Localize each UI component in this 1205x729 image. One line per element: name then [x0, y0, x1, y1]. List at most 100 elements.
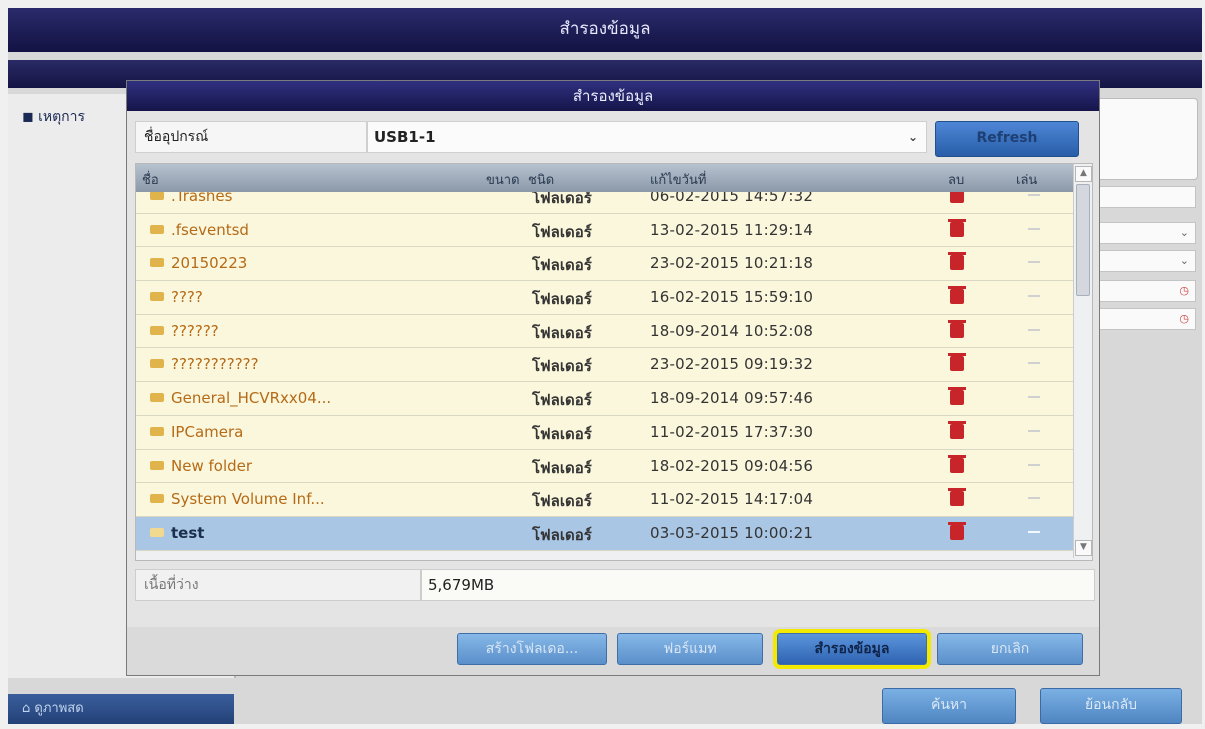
file-name: General_HCVRxx04... — [150, 389, 331, 407]
table-row[interactable]: ?????? โฟลเดอร์ 18-09-2014 10:52:08 — [136, 314, 1074, 349]
play-icon[interactable] — [1028, 227, 1040, 230]
new-folder-button[interactable]: สร้างโฟลเดอ... — [457, 633, 607, 665]
file-date: 23-02-2015 10:21:18 — [650, 254, 813, 272]
table-row[interactable]: ???? โฟลเดอร์ 16-02-2015 15:59:10 — [136, 281, 1074, 315]
play-icon[interactable] — [1028, 530, 1040, 533]
column-header-play: เล่น — [1016, 173, 1038, 188]
background-dropdown[interactable]: ⌄ — [1090, 222, 1196, 244]
device-row: ชื่ออุปกรณ์ USB1-1 ⌄ Refresh — [135, 119, 1087, 157]
file-name-text: ???? — [171, 288, 203, 307]
file-name: New folder — [150, 457, 252, 475]
trash-icon[interactable] — [948, 387, 966, 406]
play-icon[interactable] — [1028, 194, 1040, 196]
file-date-text: 13-02-2015 11:29:14 — [650, 220, 814, 239]
file-type-text: โฟลเดอร์ — [532, 323, 592, 342]
file-type-text: โฟลเดอร์ — [532, 290, 592, 309]
file-name-text: System Volume Inf... — [171, 490, 325, 509]
live-view-label: ดูภาพสด — [34, 701, 84, 716]
file-name-text: ?????? — [171, 321, 219, 340]
play-icon[interactable] — [1028, 362, 1040, 365]
play-icon[interactable] — [1028, 463, 1040, 466]
column-header-name[interactable]: ชื่อ — [142, 169, 159, 190]
column-header-modified[interactable]: แก้ไขวันที่ — [650, 169, 706, 190]
scroll-down-icon[interactable]: ▼ — [1075, 540, 1092, 556]
folder-icon — [150, 426, 164, 436]
table-row[interactable]: .fseventsd โฟลเดอร์ 13-02-2015 11:29:14 — [136, 213, 1074, 248]
trash-icon[interactable] — [948, 218, 966, 237]
format-button[interactable]: ฟอร์แมท — [617, 633, 763, 665]
column-header-size[interactable]: ขนาด — [486, 169, 520, 190]
clock-icon[interactable]: ◷ — [1090, 280, 1196, 302]
table-row[interactable]: IPCamera โฟลเดอร์ 11-02-2015 17:37:30 — [136, 415, 1074, 450]
scroll-thumb[interactable] — [1076, 184, 1090, 296]
search-button[interactable]: ค้นหา — [882, 688, 1016, 724]
file-name: ?????? — [150, 322, 219, 340]
trash-icon[interactable] — [948, 252, 966, 271]
file-date-text: 23-02-2015 09:19:32 — [650, 355, 814, 374]
column-header-type[interactable]: ชนิด — [528, 169, 554, 190]
table-row[interactable]: New folder โฟลเดอร์ 18-02-2015 09:04:56 — [136, 449, 1074, 484]
table-row[interactable]: 20150223 โฟลเดอร์ 23-02-2015 10:21:18 — [136, 247, 1074, 282]
trash-icon[interactable] — [948, 454, 966, 473]
folder-icon — [150, 393, 164, 403]
folder-icon — [150, 527, 164, 537]
play-icon[interactable] — [1028, 295, 1040, 298]
free-space-value: 5,679MB — [421, 569, 1095, 601]
play-icon[interactable] — [1028, 328, 1040, 331]
trash-icon[interactable] — [948, 319, 966, 338]
file-date: 03-03-2015 10:00:21 — [650, 524, 813, 542]
clock-icon[interactable]: ◷ — [1090, 308, 1196, 330]
trash-icon[interactable] — [948, 521, 966, 540]
dialog-footer: สร้างโฟลเดอ... ฟอร์แมท สำรองข้อมูล ยกเลิ… — [127, 627, 1099, 675]
file-type: โฟลเดอร์ — [532, 489, 592, 513]
trash-icon[interactable] — [948, 420, 966, 439]
folder-icon — [150, 191, 164, 200]
file-date: 13-02-2015 11:29:14 — [650, 221, 813, 239]
scroll-up-icon[interactable]: ▲ — [1075, 166, 1092, 182]
file-name: ???? — [150, 288, 203, 306]
background-dropdown[interactable]: ⌄ — [1090, 250, 1196, 272]
file-date: 11-02-2015 17:37:30 — [650, 423, 813, 441]
background-right-panel — [1090, 98, 1198, 180]
file-type: โฟลเดอร์ — [532, 354, 592, 378]
table-row[interactable]: System Volume Inf... โฟลเดอร์ 11-02-2015 1… — [136, 483, 1074, 517]
trash-icon[interactable] — [948, 353, 966, 372]
file-name: System Volume Inf... — [150, 490, 325, 508]
file-date-text: 18-09-2014 10:52:08 — [650, 321, 814, 340]
home-icon: ⌂ — [22, 701, 31, 716]
folder-icon — [150, 325, 164, 335]
file-name: ??????????? — [150, 355, 259, 373]
backup-button[interactable]: สำรองข้อมูล — [773, 629, 931, 669]
file-type: โฟลเดอร์ — [532, 422, 592, 446]
trash-icon[interactable] — [948, 286, 966, 305]
file-name-text: .fseventsd — [171, 220, 249, 239]
vertical-scrollbar[interactable]: ▲ ▼ — [1073, 164, 1092, 558]
play-icon[interactable] — [1028, 429, 1040, 432]
table-row[interactable]: ??????????? โฟลเดอร์ 23-02-2015 09:19:32 — [136, 348, 1074, 383]
backup-screen: สำรองข้อมูล ◼ เหตุการ ⌄ ⌄ ◷ ◷ ⌂ ดูภาพสด … — [8, 8, 1202, 724]
cancel-button[interactable]: ยกเลิก — [937, 633, 1083, 665]
file-date-text: 03-03-2015 10:00:21 — [650, 523, 814, 542]
file-name-text: New folder — [171, 456, 253, 475]
trash-icon[interactable] — [948, 488, 966, 507]
file-type: โฟลเดอร์ — [532, 523, 592, 547]
table-row[interactable]: General_HCVRxx04... โฟลเดอร์ 18-09-2014 09… — [136, 382, 1074, 416]
back-button[interactable]: ย้อนกลับ — [1040, 688, 1182, 724]
play-icon[interactable] — [1028, 497, 1040, 500]
folder-icon — [150, 359, 164, 369]
device-select[interactable]: USB1-1 ⌄ — [367, 121, 927, 153]
table-row[interactable]: test โฟลเดอร์ 03-03-2015 10:00:21 — [136, 516, 1074, 551]
refresh-button[interactable]: Refresh — [935, 121, 1079, 157]
live-view-button[interactable]: ⌂ ดูภาพสด — [8, 694, 234, 724]
file-date-text: 11-02-2015 14:17:04 — [650, 490, 814, 509]
file-name-text: IPCamera — [171, 422, 244, 441]
file-name: test — [150, 524, 204, 542]
file-name: IPCamera — [150, 423, 243, 441]
play-icon[interactable] — [1028, 261, 1040, 264]
event-menu-item[interactable]: ◼ เหตุการ — [22, 106, 85, 128]
play-icon[interactable] — [1028, 396, 1040, 399]
file-date-text: 18-02-2015 09:04:56 — [650, 456, 814, 475]
background-field[interactable] — [1090, 186, 1196, 208]
file-type-text: โฟลเดอร์ — [532, 222, 592, 241]
backup-dialog: สำรองข้อมูล ชื่ออุปกรณ์ USB1-1 ⌄ Refresh… — [126, 80, 1100, 676]
